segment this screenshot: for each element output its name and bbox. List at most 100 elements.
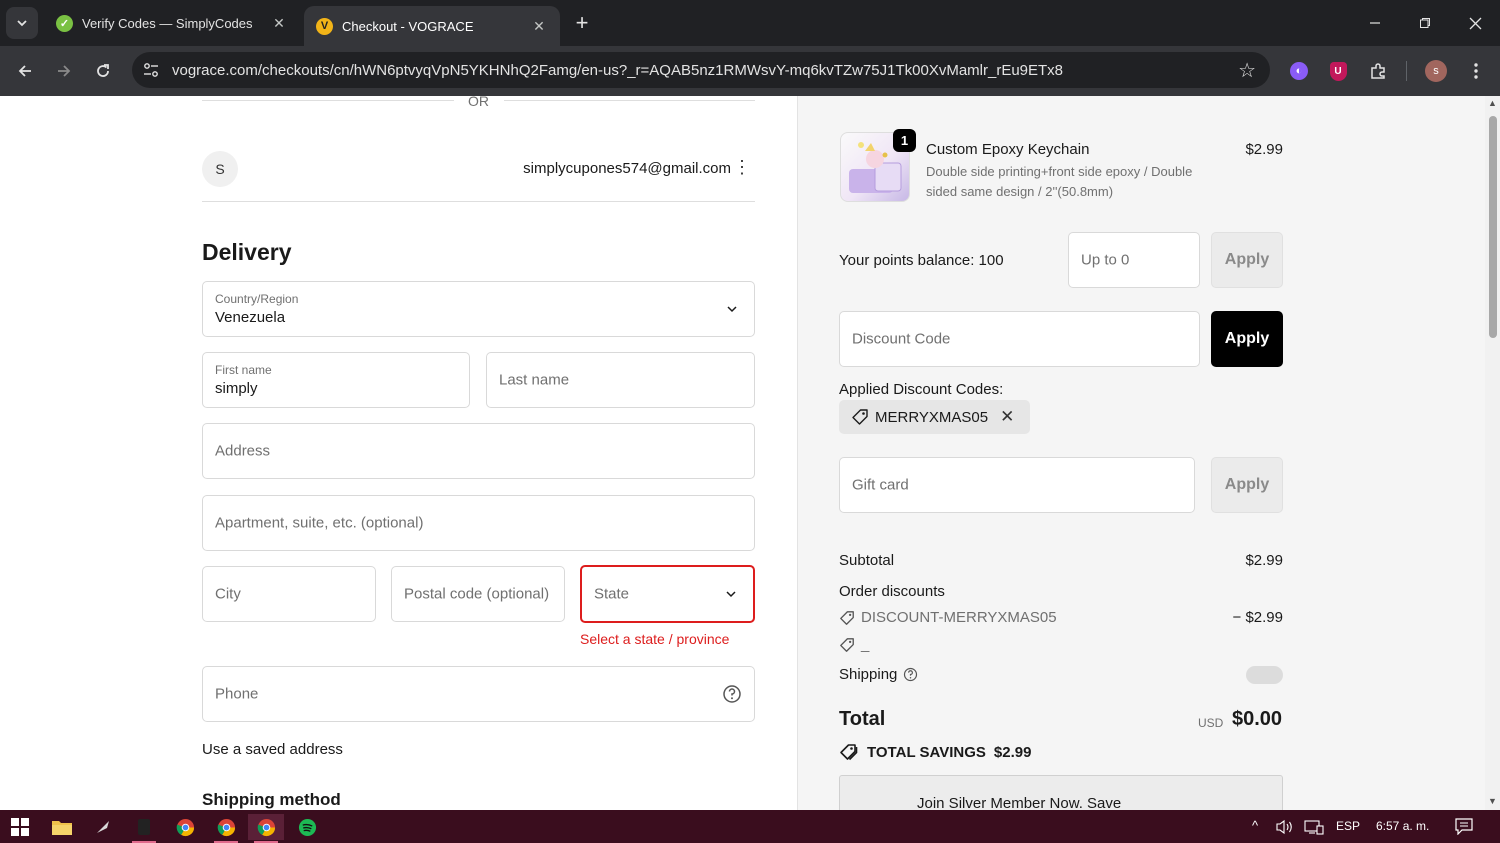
- language-indicator[interactable]: ESP: [1336, 819, 1360, 833]
- apartment-field[interactable]: Apartment, suite, etc. (optional): [202, 495, 755, 551]
- tags-icon: [840, 744, 858, 761]
- reload-button[interactable]: [87, 55, 119, 87]
- product-variant: Double side printing+front side epoxy / …: [926, 164, 1193, 199]
- scroll-down-icon[interactable]: ▼: [1488, 796, 1497, 806]
- discount-apply-button[interactable]: Apply: [1211, 311, 1283, 367]
- tab-vograce[interactable]: V Checkout - VOGRACE ✕: [304, 6, 560, 46]
- clock[interactable]: 6:57 a. m.: [1376, 819, 1429, 833]
- state-select[interactable]: State: [580, 565, 755, 623]
- postal-code-field[interactable]: Postal code (optional): [391, 566, 565, 622]
- scroll-up-icon[interactable]: ▲: [1488, 98, 1497, 108]
- total-savings: TOTAL SAVINGS $2.99: [839, 743, 1031, 761]
- vograce-icon: V: [316, 17, 333, 35]
- scrollbar-thumb[interactable]: [1489, 116, 1497, 338]
- kebab-menu-icon: [1474, 63, 1478, 79]
- tray-overflow-icon[interactable]: ^: [1252, 818, 1258, 833]
- discount-code-input[interactable]: Discount Code: [839, 311, 1200, 367]
- savings-value: $2.99: [993, 743, 1032, 761]
- apartment-placeholder: Apartment, suite, etc. (optional): [215, 514, 424, 532]
- tag-icon: [840, 637, 854, 652]
- use-saved-address-link[interactable]: Use a saved address: [202, 741, 343, 758]
- site-settings-icon[interactable]: [142, 61, 160, 79]
- close-icon[interactable]: ✕: [530, 17, 548, 35]
- total-label: Total: [839, 708, 886, 730]
- profile-avatar[interactable]: s: [1424, 59, 1448, 83]
- close-icon: [1469, 17, 1481, 29]
- chrome-icon[interactable]: [167, 814, 203, 840]
- help-circle-icon[interactable]: [903, 667, 918, 682]
- phone-placeholder: Phone: [215, 685, 259, 703]
- tag-icon: [840, 610, 854, 625]
- last-name-field[interactable]: Last name: [486, 352, 755, 408]
- extension-ublock-icon[interactable]: U: [1326, 59, 1350, 83]
- bookmark-star-icon[interactable]: ☆: [1238, 58, 1256, 83]
- applied-code-text: MERRYXMAS05: [875, 408, 989, 426]
- app-feather-icon[interactable]: [85, 814, 121, 840]
- file-explorer-icon[interactable]: [44, 814, 80, 840]
- account-menu-icon[interactable]: ⋮: [733, 158, 751, 176]
- first-name-field[interactable]: First name simply: [202, 352, 470, 408]
- chrome-icon[interactable]: [208, 814, 244, 843]
- subtotal-label: Subtotal: [839, 552, 895, 569]
- quantity-badge: 1: [893, 129, 916, 152]
- help-circle-icon[interactable]: [722, 684, 742, 704]
- restore-button[interactable]: [1400, 0, 1450, 46]
- discount-placeholder: Discount Code: [852, 330, 951, 348]
- tab-title: Verify Codes — SimplyCodes: [82, 15, 253, 31]
- total-value: $0.00: [1232, 708, 1283, 730]
- browser-tab-bar: ✓ Verify Codes — SimplyCodes ✕ V Checkou…: [0, 0, 1500, 46]
- savings-label: TOTAL SAVINGS: [867, 743, 986, 761]
- giftcard-placeholder: Gift card: [852, 476, 909, 494]
- minimize-button[interactable]: [1350, 0, 1400, 46]
- tab-simplycodes[interactable]: ✓ Verify Codes — SimplyCodes ✕: [44, 6, 300, 40]
- postal-placeholder: Postal code (optional): [404, 585, 550, 603]
- subtotal-value: $2.99: [1245, 552, 1283, 569]
- city-field[interactable]: City: [202, 566, 376, 622]
- back-button[interactable]: [9, 55, 41, 87]
- points-apply-button[interactable]: Apply: [1211, 232, 1283, 288]
- browser-menu-button[interactable]: [1464, 59, 1488, 83]
- divider: [504, 100, 755, 101]
- points-input[interactable]: Up to 0: [1068, 232, 1200, 288]
- forward-button[interactable]: [48, 55, 80, 87]
- applied-code-chip: MERRYXMAS05 ✕: [839, 400, 1031, 434]
- tab-search-button[interactable]: [6, 7, 38, 39]
- arrow-left-icon: [18, 65, 31, 77]
- close-icon[interactable]: ✕: [270, 14, 288, 32]
- chrome-icon[interactable]: [248, 814, 284, 843]
- shipping-label: Shipping: [839, 666, 898, 683]
- volume-icon[interactable]: [1276, 819, 1294, 840]
- country-select[interactable]: Country/Region Venezuela: [202, 281, 755, 337]
- chevron-down-icon: [17, 20, 27, 27]
- page-scrollbar[interactable]: ▲ ▼: [1485, 96, 1500, 810]
- chevron-down-icon: [726, 591, 736, 598]
- country-label: Country/Region: [215, 292, 299, 306]
- giftcard-apply-button[interactable]: Apply: [1211, 457, 1283, 513]
- address-field[interactable]: Address: [202, 423, 755, 479]
- app-dark-icon[interactable]: [126, 814, 162, 843]
- state-error-message: Select a state / province: [580, 631, 730, 647]
- extension-purple-icon[interactable]: ◐: [1287, 59, 1311, 83]
- chevron-down-icon: [727, 306, 737, 313]
- windows-taskbar: ^ ESP 6:57 a. m.: [0, 810, 1500, 843]
- tab-title: Checkout - VOGRACE: [342, 18, 474, 34]
- remove-code-icon[interactable]: ✕: [1000, 407, 1014, 427]
- restore-icon: [1420, 18, 1430, 28]
- spotify-icon[interactable]: [289, 814, 325, 840]
- reload-icon: [97, 64, 109, 77]
- notifications-icon[interactable]: [1455, 818, 1473, 840]
- city-placeholder: City: [215, 585, 241, 603]
- join-member-banner[interactable]: Join Silver Member Now. Save: [839, 775, 1283, 810]
- network-icon[interactable]: [1304, 819, 1324, 840]
- first-name-label: First name: [215, 363, 272, 377]
- window-close-button[interactable]: [1450, 0, 1500, 46]
- url-text: vograce.com/checkouts/cn/hWN6ptvyqVpN5YK…: [172, 61, 1064, 79]
- start-button[interactable]: [2, 814, 38, 840]
- extensions-puzzle-icon[interactable]: [1366, 59, 1390, 83]
- phone-field[interactable]: Phone: [202, 666, 755, 722]
- discount-line-2: _: [839, 636, 869, 653]
- points-balance-label: Your points balance: 100: [839, 252, 1004, 269]
- address-bar[interactable]: vograce.com/checkouts/cn/hWN6ptvyqVpN5YK…: [132, 52, 1270, 88]
- gift-card-input[interactable]: Gift card: [839, 457, 1195, 513]
- new-tab-button[interactable]: +: [568, 9, 596, 37]
